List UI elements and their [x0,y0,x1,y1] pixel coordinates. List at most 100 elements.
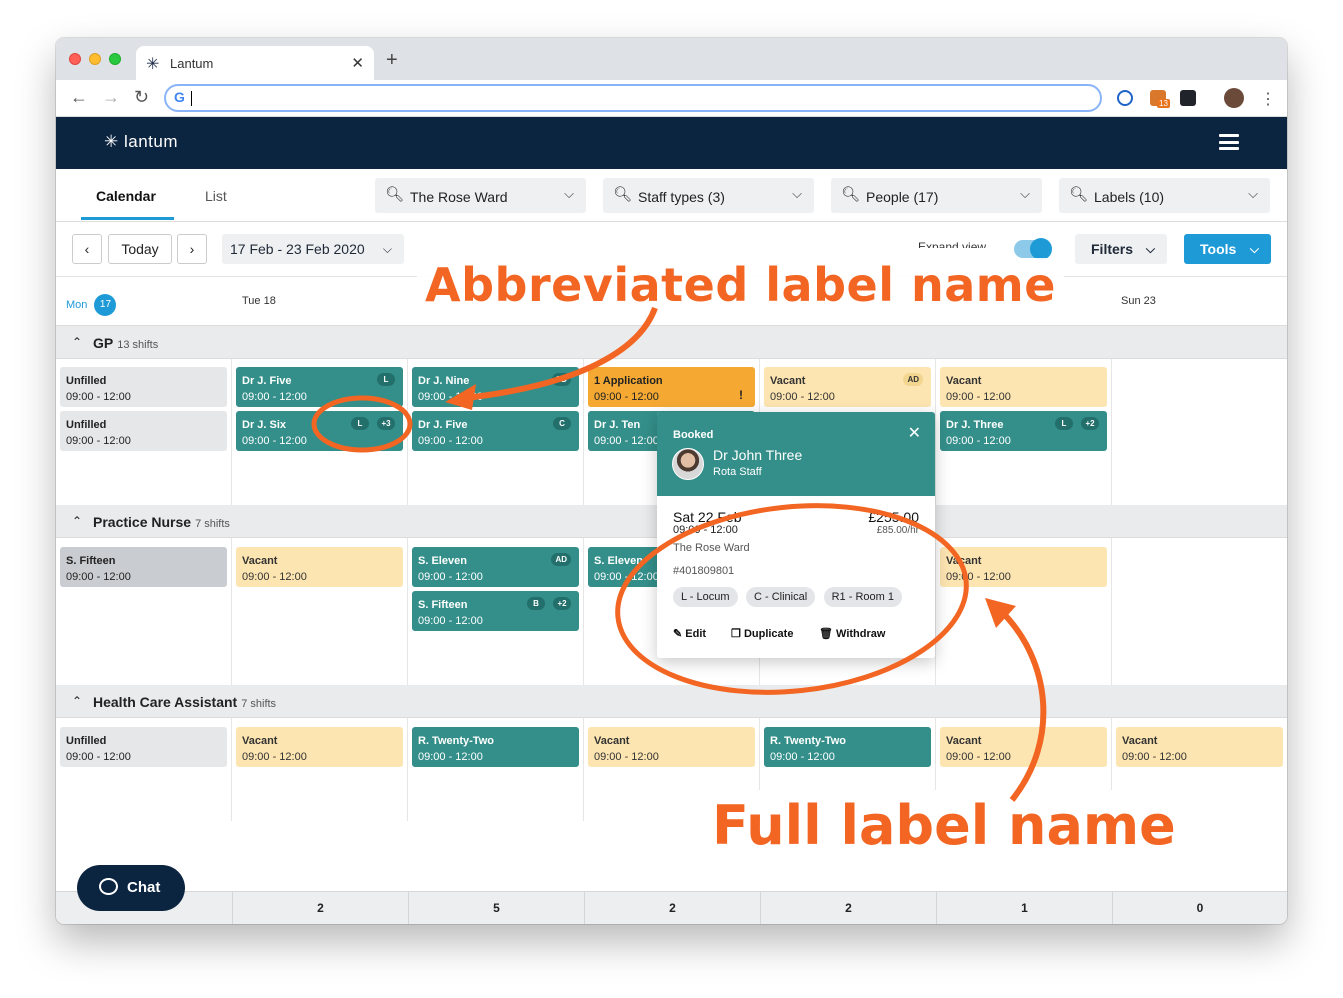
shift-card[interactable]: Unfilled 09:00 - 12:00 [60,727,227,767]
trash-icon: 🗑︎ [819,628,833,640]
collapse-chevron-icon: ⌃ [72,694,83,708]
daily-totals-row: 2 5 2 2 1 0 [56,891,1287,924]
text-caret [191,91,192,106]
filters-button[interactable]: Filters ⌵ [1075,234,1167,264]
hamburger-menu-icon[interactable] [1219,134,1239,150]
browser-menu-icon[interactable]: ⋮ [1260,89,1276,109]
minimize-window-button[interactable] [89,53,101,65]
expand-view-toggle[interactable] [1014,238,1052,260]
day-header-sun[interactable]: Sun 23 [1121,295,1156,307]
chat-button[interactable]: Chat [77,865,185,911]
section-hca-header[interactable]: ⌃ Health Care Assistant 7 shifts [56,685,1287,718]
shift-card[interactable]: S. Fifteen 09:00 - 12:00 [60,547,227,587]
browser-tabbar: ✳ Lantum ✕ + [56,38,1287,80]
ward-filter-value: The Rose Ward [410,189,508,205]
shift-card[interactable]: Dr J. Five 09:00 - 12:00 C [412,411,579,451]
tools-button[interactable]: Tools ⌵ [1184,234,1271,264]
chevron-down-icon: ⌵ [1248,186,1258,201]
duplicate-button[interactable]: ❐ Duplicate [731,627,793,640]
profile-avatar[interactable] [1224,88,1244,108]
shift-card[interactable]: R. Twenty-Two 09:00 - 12:00 [412,727,579,767]
staff-role: Rota Staff [713,466,762,478]
popover-header: Booked ✕ Dr John Three Rota Staff [657,412,935,496]
shift-card[interactable]: Dr J. Three 09:00 - 12:00 L +2 [940,411,1107,451]
pencil-icon: ✎ [673,628,683,640]
lantum-logo[interactable]: ✳ lantum [104,132,178,152]
react-devtools-icon[interactable] [1180,90,1196,106]
shift-card[interactable]: Dr J. Five 09:00 - 12:00 L [236,367,403,407]
tab-list[interactable]: List [205,188,227,204]
shift-card[interactable]: Vacant 09:00 - 12:00 [1116,727,1283,767]
annotation-abbreviated-label: Abbreviated label name [417,258,1064,312]
shift-detail-popover: Booked ✕ Dr John Three Rota Staff Sat 22… [657,412,935,658]
date-range-value: 17 Feb - 23 Feb 2020 [230,241,365,257]
shift-card[interactable]: Vacant 09:00 - 12:00 [588,727,755,767]
new-tab-button[interactable]: + [386,49,398,72]
view-filter-bar: Calendar List 🔍︎ The Rose Ward ⌵ 🔍︎ Staf… [56,169,1287,222]
hourly-rate: £85.00/hr [876,525,919,536]
shift-card[interactable]: Vacant 09:00 - 12:00 [236,727,403,767]
day-header-tue[interactable]: Tue 18 [242,295,276,307]
section-gp-header[interactable]: ⌃ GP 13 shifts [56,326,1287,359]
shift-card[interactable]: S. Fifteen 09:00 - 12:00 B +2 [412,591,579,631]
people-filter-select[interactable]: 🔍︎ People (17) ⌵ [831,178,1042,213]
annotation-full-label: Full label name [702,790,1186,861]
shift-card[interactable]: Dr J. Nine 09:00 - 12:00 SD [412,367,579,407]
close-window-button[interactable] [69,53,81,65]
address-bar[interactable]: G [164,84,1102,112]
close-tab-icon[interactable]: ✕ [351,54,364,72]
shift-card[interactable]: Vacant 09:00 - 12:00 [940,547,1107,587]
label-pill: L - Locum [673,587,738,607]
search-icon: 🔍︎ [385,186,405,203]
today-date-badge: 17 [94,294,117,316]
next-week-button[interactable]: › [177,234,207,264]
active-tab-indicator [81,217,174,220]
day-label: Mon [66,298,88,311]
app-header: ✳ lantum [56,117,1287,169]
withdraw-button[interactable]: 🗑︎ Withdraw [819,627,885,640]
staff-types-filter-select[interactable]: 🔍︎ Staff types (3) ⌵ [603,178,814,213]
today-button[interactable]: Today [108,234,172,264]
shift-card[interactable]: Unfilled 09:00 - 12:00 [60,411,227,451]
shift-card[interactable]: Vacant 09:00 - 12:00 AD [764,367,931,407]
shift-card[interactable]: Vacant 09:00 - 12:00 [236,547,403,587]
shift-card[interactable]: R. Twenty-Two 09:00 - 12:00 [764,727,931,767]
previous-week-button[interactable]: ‹ [72,234,102,264]
back-arrow-icon[interactable]: ← [70,87,88,108]
section-title: Practice Nurse 7 shifts [93,514,230,530]
shift-card[interactable]: Vacant 09:00 - 12:00 [940,367,1107,407]
labels-filter-select[interactable]: 🔍︎ Labels (10) ⌵ [1059,178,1270,213]
shift-card[interactable]: Dr J. Six 09:00 - 12:00 L +3 [236,411,403,451]
ward-filter-select[interactable]: 🔍︎ The Rose Ward ⌵ [375,178,586,213]
browser-tab[interactable]: ✳ Lantum ✕ [136,46,374,80]
tab-calendar[interactable]: Calendar [96,188,156,204]
label-chip: L [377,373,395,386]
staff-name[interactable]: Dr John Three [713,447,802,463]
day-total: 2 [232,892,408,924]
chevron-down-icon: ⌵ [1020,186,1030,201]
edit-button[interactable]: ✎ Edit [673,627,706,640]
people-filter-value: People (17) [866,189,939,205]
shift-card[interactable]: 1 Application 09:00 - 12:00 ! [588,367,755,407]
date-range-select[interactable]: 17 Feb - 23 Feb 2020 ⌵ [222,234,404,264]
logo-text: lantum [123,132,179,151]
filters-button-label: Filters [1091,241,1134,257]
reload-icon[interactable]: ↻ [134,87,149,108]
section-title: Health Care Assistant 7 shifts [93,694,277,710]
close-icon[interactable]: ✕ [908,423,921,443]
shift-card[interactable]: Unfilled 09:00 - 12:00 [60,367,227,407]
forward-arrow-icon[interactable]: → [102,87,120,108]
password-manager-icon[interactable] [1117,90,1133,106]
chevron-down-icon: ⌵ [382,242,392,256]
browser-toolbar: ← → ↻ G 13 ⋮ [56,80,1287,117]
shift-card[interactable]: Vacant 09:00 - 12:00 [940,727,1107,767]
collapse-chevron-icon: ⌃ [72,514,83,528]
shift-ward: The Rose Ward [673,542,750,554]
label-pill: C - Clinical [745,587,816,607]
shift-card[interactable]: S. Eleven 09:00 - 12:00 AD [412,547,579,587]
lantum-star-icon: ✳ [146,56,160,73]
maximize-window-button[interactable] [109,53,121,65]
day-header-mon[interactable]: Mon 17 [66,294,117,316]
label-chip: AD [551,553,571,566]
shift-time: 09:00 - 12:00 [673,524,738,536]
